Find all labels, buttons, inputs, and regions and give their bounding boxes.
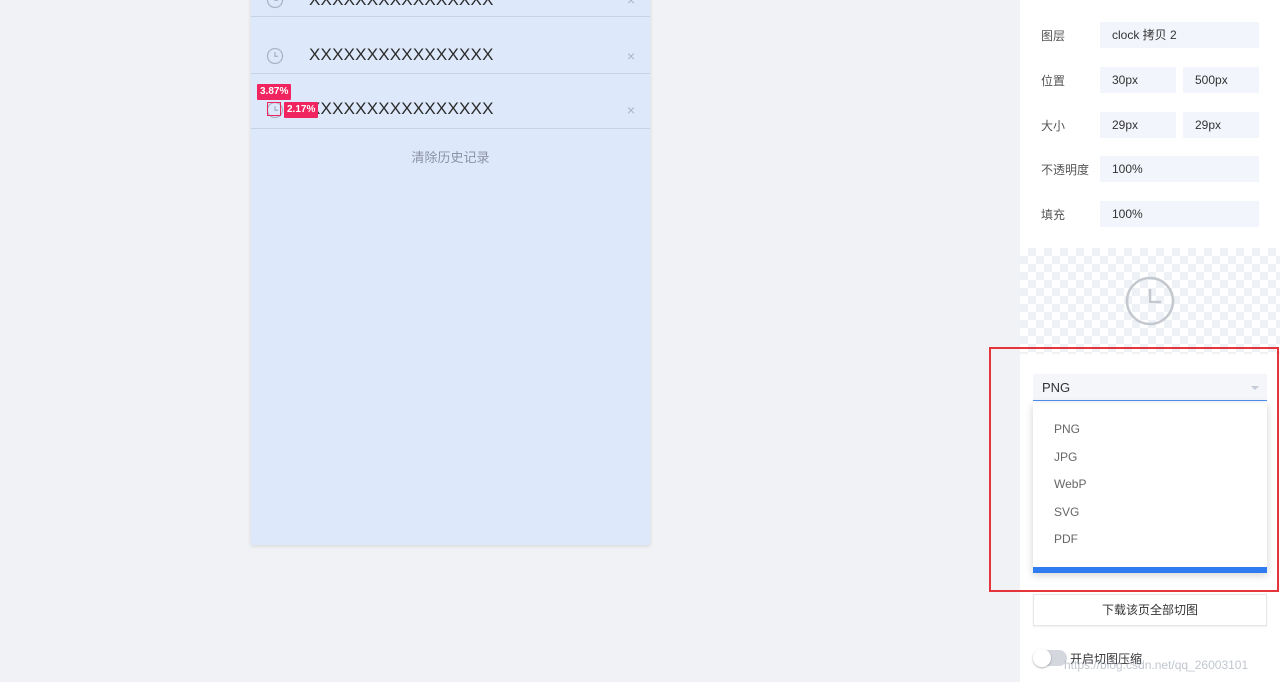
- clear-history-link[interactable]: 清除历史记录: [251, 147, 650, 166]
- format-option-jpg[interactable]: JPG: [1054, 450, 1077, 464]
- clock-icon: [266, 0, 284, 9]
- position-label: 位置: [1041, 74, 1066, 88]
- download-all-button[interactable]: 下载该页全部切图: [1033, 594, 1267, 626]
- measure-badge-vertical: 3.87%: [257, 84, 292, 100]
- close-icon[interactable]: ×: [627, 102, 635, 118]
- opacity-row: 不透明度 100%: [1020, 156, 1280, 182]
- watermark: https://blog.csdn.net/qq_26003101: [1064, 658, 1249, 672]
- format-option-png[interactable]: PNG: [1054, 422, 1080, 436]
- history-row[interactable]: XXXXXXXXXXXXXXXX ×: [251, 17, 650, 74]
- export-button-bar[interactable]: [1033, 567, 1267, 573]
- format-option-webp[interactable]: WebP: [1054, 477, 1086, 491]
- fill-value: 100%: [1100, 201, 1259, 227]
- measure-badge-horizontal: 2.17%: [284, 102, 319, 118]
- layer-row: 图层 clock 拷贝 2: [1020, 22, 1280, 48]
- format-option-svg[interactable]: SVG: [1054, 505, 1079, 519]
- position-y-value: 500px: [1183, 67, 1259, 93]
- size-width-value: 29px: [1100, 112, 1176, 138]
- properties-panel: 图层 clock 拷贝 2 位置 30px 500px 大小 29px 29px…: [1020, 0, 1280, 682]
- position-x-value: 30px: [1100, 67, 1176, 93]
- history-text: XXXXXXXXXXXXXXXX: [309, 99, 494, 118]
- size-label: 大小: [1041, 119, 1066, 133]
- opacity-value: 100%: [1100, 156, 1259, 182]
- layer-label: 图层: [1041, 29, 1066, 43]
- artboard: XXXXXXXXXXXXXXXX × XXXXXXXXXXXXXXXX × XX…: [251, 0, 650, 545]
- close-icon[interactable]: ×: [627, 0, 635, 8]
- clock-icon: [266, 47, 284, 65]
- size-row: 大小 29px 29px: [1020, 112, 1280, 138]
- compress-toggle[interactable]: [1033, 649, 1067, 667]
- clock-icon: [1125, 276, 1175, 326]
- layer-value: clock 拷贝 2: [1100, 22, 1259, 48]
- format-dropdown: PNG JPG WebP SVG PDF: [1033, 403, 1267, 573]
- history-text: XXXXXXXXXXXXXXXX: [309, 45, 494, 64]
- chevron-down-icon: [1251, 386, 1259, 390]
- history-text: XXXXXXXXXXXXXXXX: [309, 0, 494, 10]
- selection-box: [267, 102, 281, 116]
- format-select-value: PNG: [1042, 380, 1071, 395]
- toggle-knob: [1033, 649, 1051, 667]
- opacity-label: 不透明度: [1041, 163, 1090, 177]
- fill-row: 填充 100%: [1020, 201, 1280, 227]
- close-icon[interactable]: ×: [627, 48, 635, 64]
- slice-preview: [1020, 248, 1280, 354]
- history-row[interactable]: XXXXXXXXXXXXXXXX ×: [251, 0, 650, 17]
- fill-label: 填充: [1041, 208, 1066, 222]
- format-select[interactable]: PNG: [1033, 374, 1267, 401]
- format-option-pdf[interactable]: PDF: [1054, 532, 1078, 546]
- size-height-value: 29px: [1183, 112, 1259, 138]
- position-row: 位置 30px 500px: [1020, 67, 1280, 93]
